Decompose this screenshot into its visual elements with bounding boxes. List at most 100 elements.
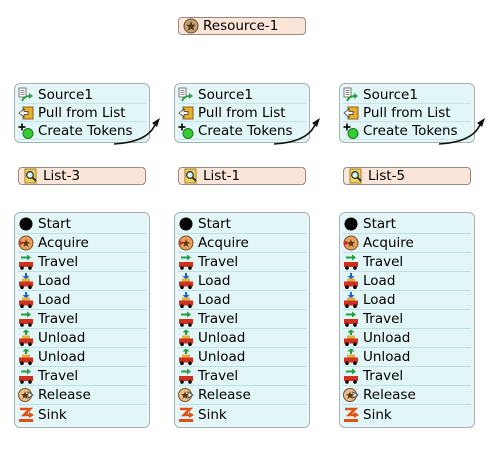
- process-flow-1[interactable]: Start Acquire Travel Load Load Travel Un…: [14, 212, 150, 428]
- activity-load[interactable]: Load: [18, 272, 146, 291]
- activity-travel[interactable]: Travel: [343, 367, 471, 386]
- travel-icon: [19, 311, 33, 327]
- load-icon: [19, 292, 33, 308]
- activity-label: Start: [38, 216, 71, 232]
- activity-sink[interactable]: Sink: [178, 405, 306, 424]
- activity-unload[interactable]: Unload: [18, 329, 146, 348]
- activity-label: Source1: [198, 86, 253, 103]
- activity-source[interactable]: Source1: [343, 86, 471, 104]
- activity-start[interactable]: Start: [343, 215, 471, 234]
- activity-unload[interactable]: Unload: [178, 348, 306, 367]
- activity-start[interactable]: Start: [178, 215, 306, 234]
- activity-travel[interactable]: Travel: [178, 367, 306, 386]
- list-magnifier-icon: [349, 168, 362, 184]
- activity-load[interactable]: Load: [343, 272, 471, 291]
- activity-release[interactable]: Release: [178, 386, 306, 405]
- activity-label: Acquire: [38, 235, 89, 251]
- activity-unload[interactable]: Unload: [18, 348, 146, 367]
- load-icon: [179, 292, 193, 308]
- activity-release[interactable]: Release: [343, 386, 471, 405]
- activity-acquire[interactable]: Acquire: [178, 234, 306, 253]
- activity-unload[interactable]: Unload: [178, 329, 306, 348]
- activity-sink[interactable]: Sink: [343, 405, 471, 424]
- load-icon: [19, 273, 33, 289]
- activity-label: Unload: [363, 330, 411, 346]
- unload-icon: [344, 349, 358, 365]
- travel-icon: [19, 368, 33, 384]
- resource-node[interactable]: Resource-1: [178, 17, 306, 35]
- connector-arrow: [438, 118, 485, 145]
- activity-sink[interactable]: Sink: [18, 405, 146, 424]
- travel-icon: [344, 311, 358, 327]
- activity-load[interactable]: Load: [178, 291, 306, 310]
- activity-label: Load: [38, 273, 71, 289]
- connector-arrow: [273, 118, 320, 145]
- unload-icon: [179, 349, 193, 365]
- source-icon: [178, 87, 193, 101]
- activity-label: Travel: [363, 311, 404, 327]
- load-icon: [344, 273, 358, 289]
- source-icon: [343, 87, 358, 101]
- activity-travel[interactable]: Travel: [18, 367, 146, 386]
- process-flow-3[interactable]: Start Acquire Travel Load Load Travel Un…: [339, 212, 475, 428]
- acquire-icon: [178, 235, 194, 251]
- activity-label: Release: [38, 387, 91, 403]
- activity-acquire[interactable]: Acquire: [18, 234, 146, 253]
- activity-unload[interactable]: Unload: [343, 329, 471, 348]
- create-tokens-icon: [343, 123, 359, 139]
- activity-acquire[interactable]: Acquire: [343, 234, 471, 253]
- release-icon: [178, 388, 194, 402]
- activity-label: Release: [363, 387, 416, 403]
- create-tokens-icon: [178, 123, 194, 139]
- activity-travel[interactable]: Travel: [343, 310, 471, 329]
- activity-unload[interactable]: Unload: [343, 348, 471, 367]
- activity-label: Unload: [198, 349, 246, 365]
- connector-arrow: [113, 118, 160, 145]
- unload-icon: [19, 330, 33, 346]
- release-icon: [18, 388, 34, 402]
- activity-travel[interactable]: Travel: [343, 253, 471, 272]
- activity-label: Load: [198, 292, 231, 308]
- list-node[interactable]: List-1: [178, 167, 306, 185]
- unload-icon: [344, 330, 358, 346]
- process-flow-2[interactable]: Start Acquire Travel Load Load Travel Un…: [174, 212, 310, 428]
- activity-load[interactable]: Load: [343, 291, 471, 310]
- activity-source[interactable]: Source1: [18, 86, 146, 104]
- travel-icon: [344, 368, 358, 384]
- activity-travel[interactable]: Travel: [18, 310, 146, 329]
- list-label: List-5: [368, 168, 406, 184]
- pull-from-list-icon: [178, 106, 194, 119]
- activity-label: Travel: [38, 368, 79, 384]
- activity-source[interactable]: Source1: [178, 86, 306, 104]
- sink-icon: [179, 407, 194, 422]
- activity-label: Sink: [363, 406, 392, 423]
- activity-start[interactable]: Start: [18, 215, 146, 234]
- acquire-icon: [343, 235, 359, 251]
- activity-label: Start: [363, 216, 396, 232]
- list-node[interactable]: List-5: [343, 167, 471, 185]
- pull-from-list-icon: [343, 106, 359, 119]
- resource-label: Resource-1: [203, 18, 279, 34]
- activity-label: Load: [38, 292, 71, 308]
- list-label: List-1: [203, 168, 241, 184]
- activity-label: Travel: [198, 254, 239, 270]
- activity-travel[interactable]: Travel: [18, 253, 146, 272]
- unload-icon: [179, 330, 193, 346]
- travel-icon: [179, 311, 193, 327]
- resource-star-icon: [183, 18, 199, 34]
- activity-load[interactable]: Load: [18, 291, 146, 310]
- pull-from-list-icon: [18, 106, 34, 119]
- acquire-icon: [18, 235, 34, 251]
- activity-label: Unload: [38, 349, 86, 365]
- activity-label: Unload: [198, 330, 246, 346]
- activity-travel[interactable]: Travel: [178, 310, 306, 329]
- activity-label: Travel: [198, 368, 239, 384]
- list-node[interactable]: List-3: [18, 167, 146, 185]
- activity-release[interactable]: Release: [18, 386, 146, 405]
- activity-label: Travel: [38, 254, 79, 270]
- create-tokens-icon: [18, 123, 34, 139]
- activity-travel[interactable]: Travel: [178, 253, 306, 272]
- release-icon: [343, 388, 359, 402]
- activity-label: Travel: [38, 311, 79, 327]
- activity-load[interactable]: Load: [178, 272, 306, 291]
